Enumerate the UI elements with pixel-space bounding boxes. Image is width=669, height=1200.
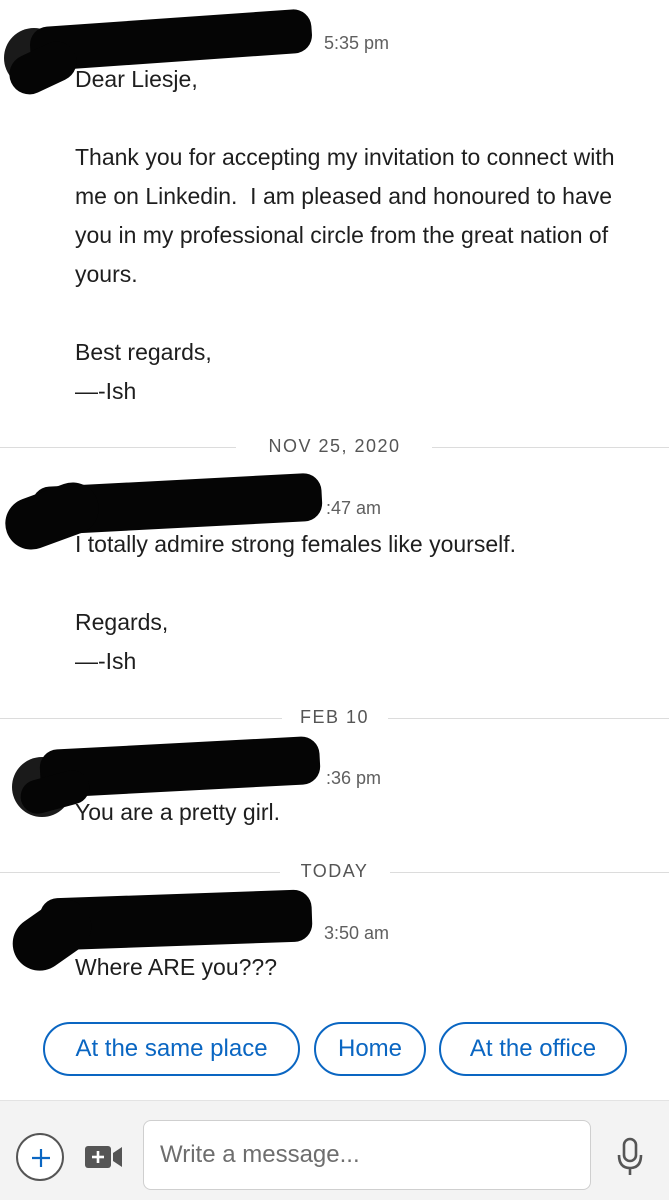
message-body: You are a pretty girl. bbox=[75, 793, 645, 832]
divider-line bbox=[390, 872, 669, 873]
message-timestamp: 5:35 pm bbox=[324, 33, 390, 53]
suggested-reply-same-place[interactable]: At the same place bbox=[43, 1022, 300, 1076]
video-call-button[interactable] bbox=[84, 1143, 124, 1171]
divider-line bbox=[388, 718, 669, 719]
message-text: Where ARE you??? bbox=[75, 954, 278, 980]
message-text: Dear Liesje, Thank you for accepting my … bbox=[75, 66, 615, 404]
message-composer bbox=[0, 1100, 669, 1200]
message-text: You are a pretty girl. bbox=[75, 799, 280, 825]
message-thread: 5:35 pm Dear Liesje, Thank you for accep… bbox=[0, 0, 669, 1100]
video-camera-icon bbox=[84, 1146, 124, 1175]
attach-button[interactable] bbox=[16, 1133, 64, 1181]
message-2: :47 am I totally admire strong females l… bbox=[0, 470, 669, 680]
message-timestamp: 3:50 am bbox=[324, 923, 390, 943]
date-divider: FEB 10 bbox=[0, 707, 669, 731]
message-body: I totally admire strong females like you… bbox=[75, 525, 645, 681]
message-body: Dear Liesje, Thank you for accepting my … bbox=[75, 60, 645, 411]
message-timestamp: :47 am bbox=[326, 498, 382, 518]
message-4: 3:50 am Where ARE you??? bbox=[0, 888, 669, 1000]
suggested-reply-office[interactable]: At the office bbox=[439, 1022, 627, 1076]
suggested-replies: At the same place Home At the office bbox=[0, 1022, 669, 1080]
message-timestamp: :36 pm bbox=[326, 768, 382, 788]
voice-message-button[interactable] bbox=[616, 1137, 644, 1177]
message-input[interactable] bbox=[143, 1120, 591, 1190]
message-3: :36 pm You are a pretty girl. bbox=[0, 735, 669, 845]
microphone-icon bbox=[616, 1137, 644, 1181]
divider-line bbox=[432, 447, 669, 448]
date-divider: NOV 25, 2020 bbox=[0, 436, 669, 460]
message-body: Where ARE you??? bbox=[75, 948, 645, 987]
date-divider: TODAY bbox=[0, 861, 669, 885]
message-text: I totally admire strong females like you… bbox=[75, 531, 517, 674]
suggested-reply-home[interactable]: Home bbox=[314, 1022, 426, 1076]
message-1: 5:35 pm Dear Liesje, Thank you for accep… bbox=[0, 0, 669, 410]
